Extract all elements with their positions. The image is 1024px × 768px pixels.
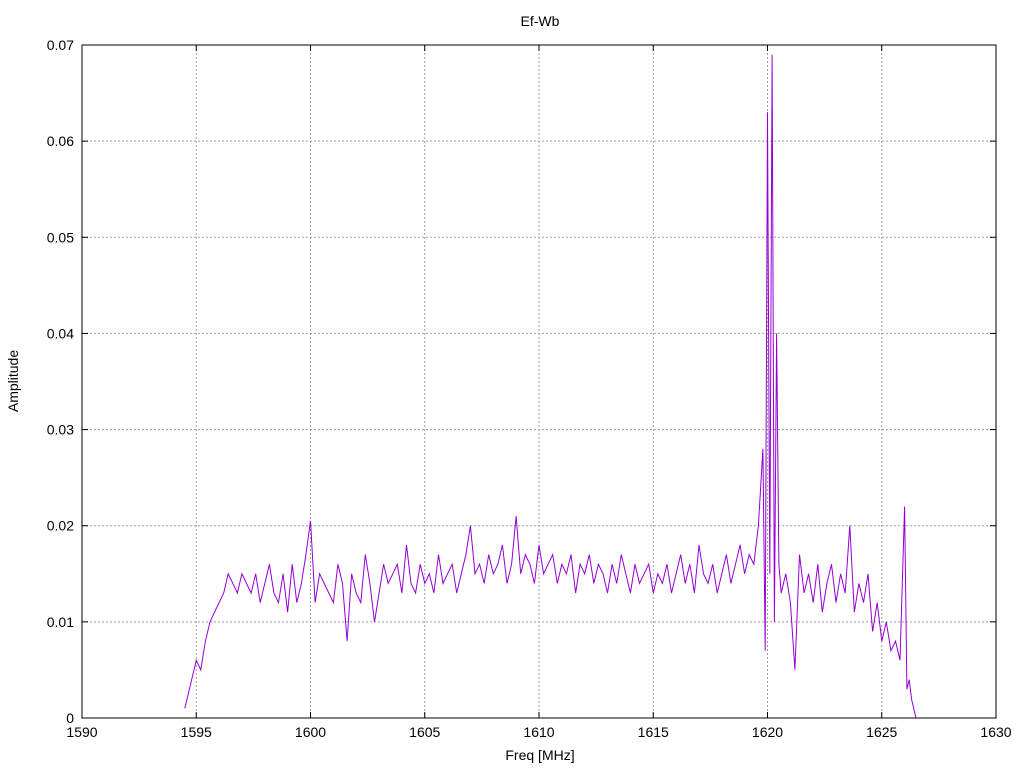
y-tick-label: 0.03	[47, 422, 74, 438]
x-tick-label: 1615	[638, 724, 669, 740]
y-tick-label: 0.02	[47, 518, 74, 534]
chart-svg: Ef-Wb 1590 1595 1600 1605 1610 1615 1620 1625 16…	[5, 13, 1012, 763]
x-tick-label: 1620	[752, 724, 783, 740]
x-tick-label: 1605	[409, 724, 440, 740]
tick-layer: 1590 1595 1600 1605 1610 1615 1620 1625 1630 0 0.0…	[47, 37, 1012, 740]
x-tick-label: 1625	[866, 724, 897, 740]
series-layer	[184, 54, 917, 719]
x-axis-label: Freq [MHz]	[505, 747, 574, 763]
amplitude-series-line	[184, 54, 917, 719]
x-tick-label: 1630	[980, 724, 1011, 740]
grid-layer	[82, 45, 996, 718]
x-tick-label: 1610	[523, 724, 554, 740]
y-tick-label: 0.04	[47, 325, 74, 341]
y-tick-label: 0.01	[47, 614, 74, 630]
x-tick-label: 1590	[66, 724, 97, 740]
y-tick-label: 0.07	[47, 37, 74, 53]
chart-title: Ef-Wb	[521, 13, 560, 29]
y-tick-label: 0.06	[47, 133, 74, 149]
y-axis-label: Amplitude	[5, 350, 21, 412]
x-tick-label: 1600	[295, 724, 326, 740]
y-tick-label: 0	[66, 710, 74, 726]
x-tick-label: 1595	[181, 724, 212, 740]
y-tick-label: 0.05	[47, 229, 74, 245]
